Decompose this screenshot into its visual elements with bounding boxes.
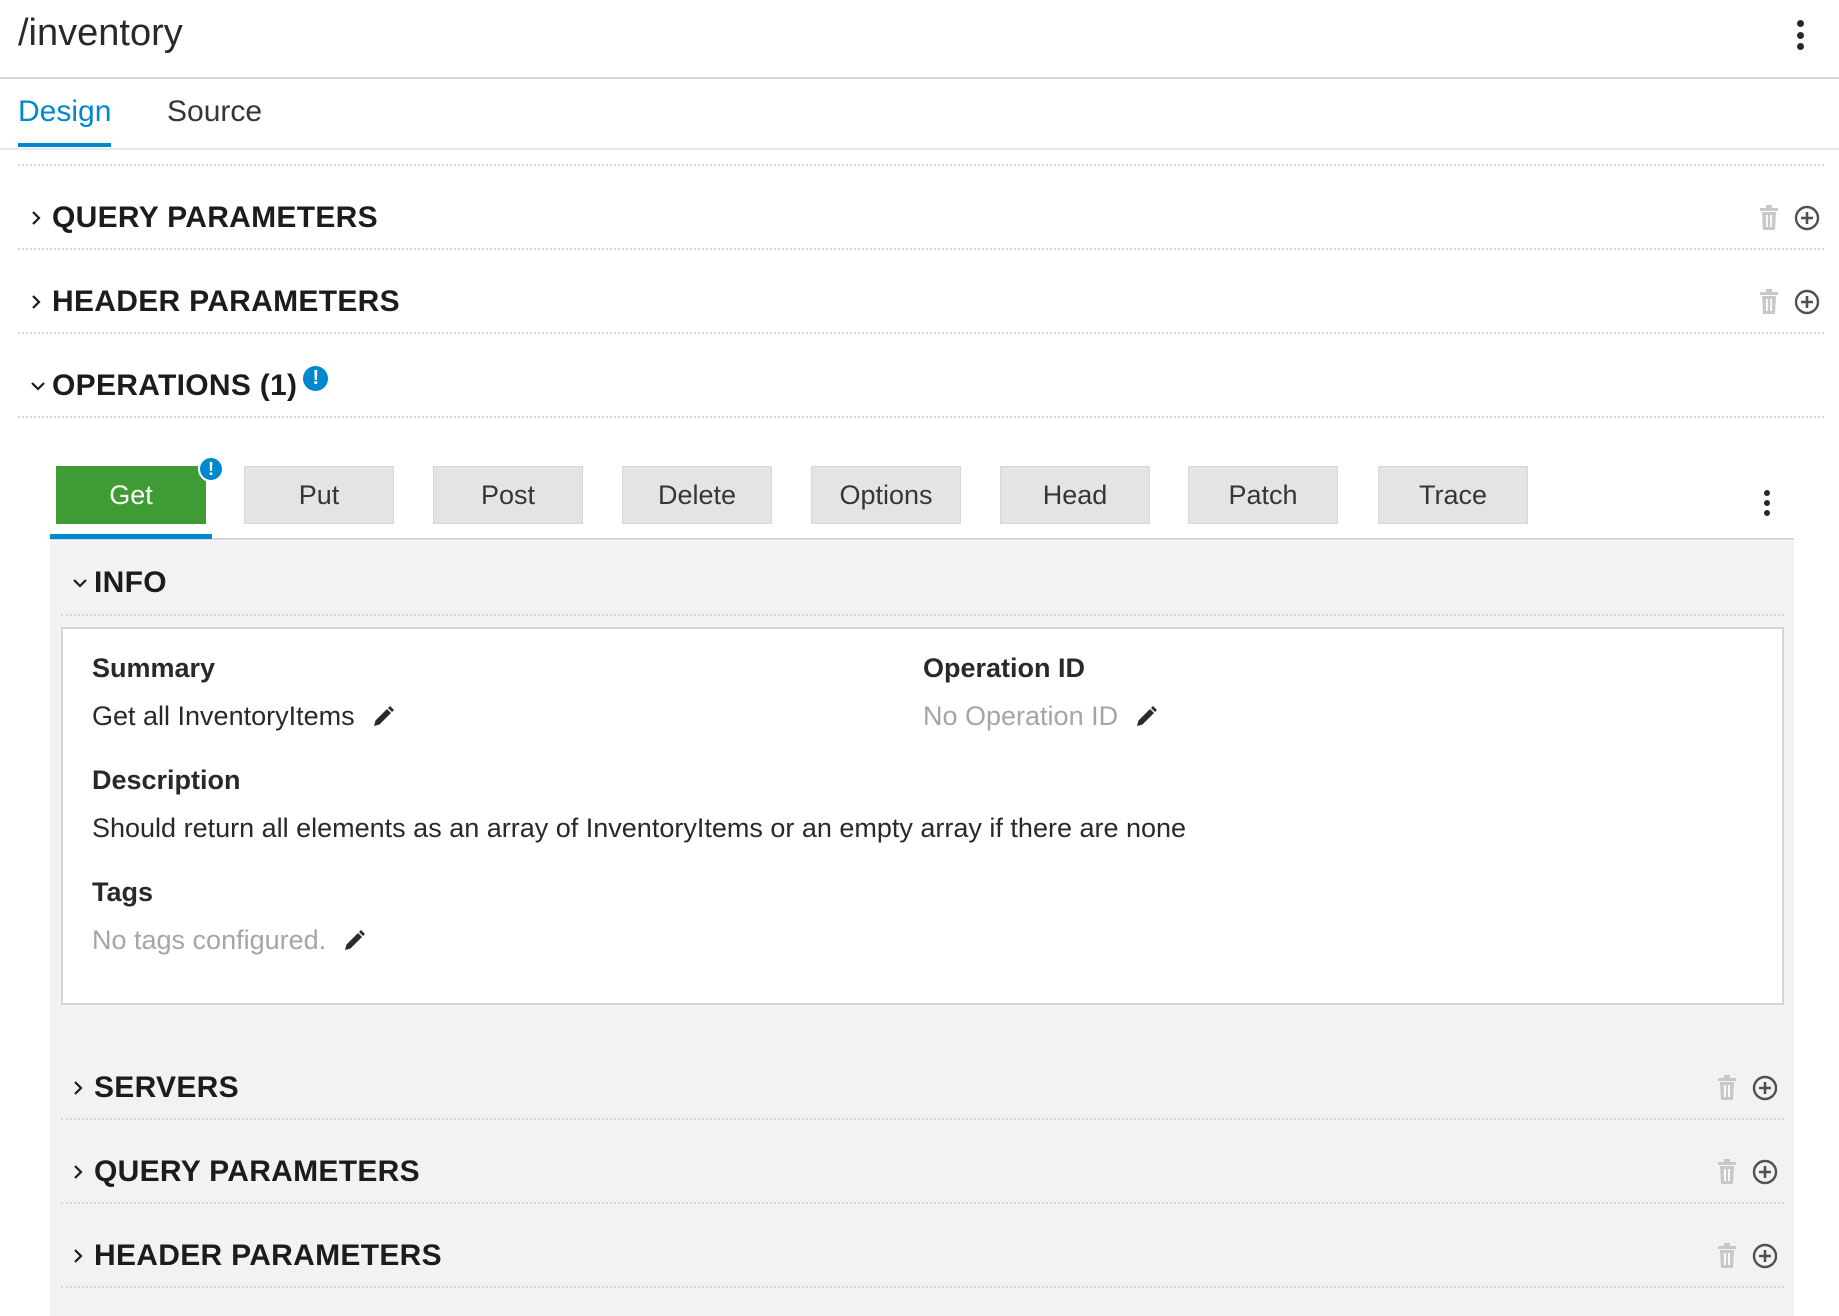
tags-label: Tags (92, 877, 154, 907)
trash-icon[interactable] (1716, 1243, 1738, 1269)
trash-icon[interactable] (1758, 289, 1780, 315)
chevron-right-icon (30, 210, 42, 226)
section-title: HEADER PARAMETERS (52, 285, 400, 318)
divider (61, 1118, 1784, 1120)
operation-id-value: No Operation ID (923, 701, 1158, 732)
header-kebab-menu-icon[interactable] (1795, 20, 1805, 50)
section-title: HEADER PARAMETERS (94, 1239, 442, 1272)
method-options-button[interactable]: Options (811, 466, 961, 524)
description-label: Description (92, 765, 241, 795)
add-circle-icon[interactable] (1752, 1075, 1778, 1101)
method-trace-button[interactable]: Trace (1378, 466, 1528, 524)
section-title: SERVERS (94, 1071, 239, 1104)
operation-header-parameters-actions (1716, 1243, 1778, 1269)
page-title: /inventory (18, 12, 183, 54)
divider (61, 614, 1784, 616)
section-title: OPERATIONS (1) (52, 369, 298, 402)
description-value: Should return all elements as an array o… (92, 813, 1186, 844)
divider (18, 248, 1824, 250)
operation-method-tabs: Get ! Put Post Delete Options Head Patch… (50, 438, 1794, 540)
method-post-button[interactable]: Post (433, 466, 583, 524)
chevron-right-icon (72, 1248, 84, 1264)
method-delete-button[interactable]: Delete (622, 466, 772, 524)
section-title: INFO (94, 566, 167, 599)
method-head-button[interactable]: Head (1000, 466, 1150, 524)
summary-text: Get all InventoryItems (92, 701, 355, 731)
warning-badge-icon: ! (198, 456, 224, 482)
add-circle-icon[interactable] (1752, 1159, 1778, 1185)
servers-actions (1716, 1075, 1778, 1101)
tab-design[interactable]: Design (18, 95, 112, 147)
description-text: Should return all elements as an array o… (92, 813, 1187, 843)
edit-pencil-icon[interactable] (371, 705, 395, 729)
active-method-indicator (50, 534, 212, 539)
query-parameters-actions (1758, 205, 1820, 231)
operations-kebab-menu-icon[interactable] (1762, 490, 1772, 516)
divider (61, 1202, 1784, 1204)
add-circle-icon[interactable] (1794, 205, 1820, 231)
chevron-right-icon (72, 1164, 84, 1180)
method-patch-button[interactable]: Patch (1188, 466, 1338, 524)
trash-icon[interactable] (1758, 205, 1780, 231)
add-circle-icon[interactable] (1752, 1243, 1778, 1269)
divider (18, 416, 1824, 418)
add-circle-icon[interactable] (1794, 289, 1820, 315)
warning-badge-icon: ! (303, 365, 329, 391)
info-panel: Summary Get all InventoryItems Operation… (61, 627, 1784, 1005)
divider (61, 1286, 1784, 1288)
summary-value: Get all InventoryItems (92, 701, 395, 732)
divider (18, 164, 1824, 166)
edit-pencil-icon[interactable] (1134, 705, 1158, 729)
chevron-down-icon (30, 380, 46, 392)
operation-id-label: Operation ID (923, 653, 1086, 683)
divider (18, 332, 1824, 334)
section-title: QUERY PARAMETERS (52, 201, 378, 234)
page-header: /inventory (0, 0, 1839, 79)
method-put-button[interactable]: Put (244, 466, 394, 524)
editor-tabs: Design Source (0, 81, 1839, 150)
chevron-right-icon (72, 1080, 84, 1096)
chevron-down-icon (72, 577, 88, 589)
chevron-right-icon (30, 294, 42, 310)
method-get-button[interactable]: Get (56, 466, 206, 524)
summary-label: Summary (92, 653, 216, 683)
operation-query-parameters-actions (1716, 1159, 1778, 1185)
section-title: QUERY PARAMETERS (94, 1155, 420, 1188)
tab-source[interactable]: Source (167, 95, 262, 143)
trash-icon[interactable] (1716, 1075, 1738, 1101)
operation-id-placeholder: No Operation ID (923, 701, 1119, 731)
trash-icon[interactable] (1716, 1159, 1738, 1185)
tags-value: No tags configured. (92, 925, 366, 956)
edit-pencil-icon[interactable] (342, 929, 366, 953)
tags-placeholder: No tags configured. (92, 925, 327, 955)
header-parameters-actions (1758, 289, 1820, 315)
info-section-header[interactable]: INFO (60, 541, 167, 625)
